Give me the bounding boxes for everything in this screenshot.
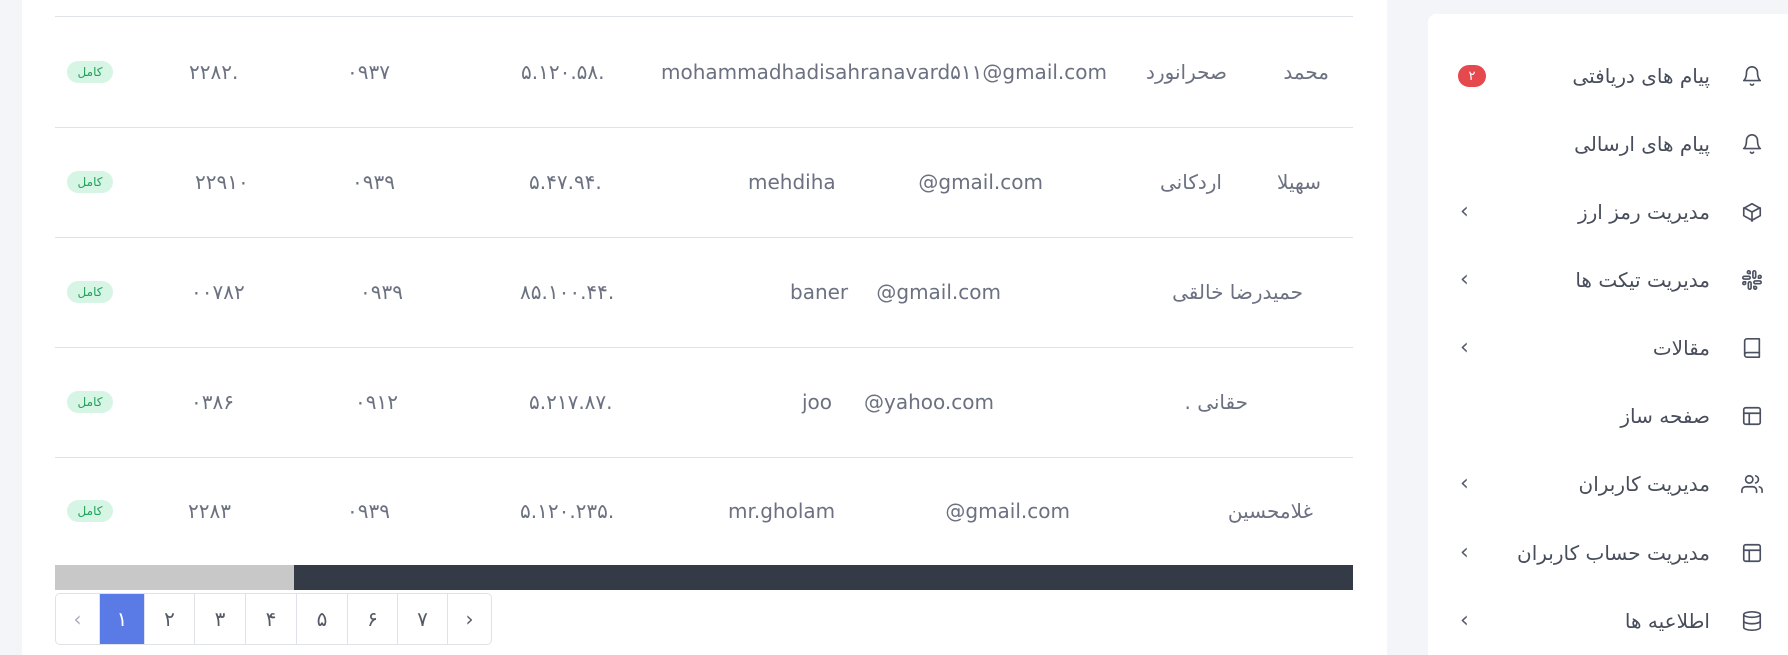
status-badge: کامل: [67, 61, 113, 83]
pagination-page-2[interactable]: ۲: [144, 594, 194, 644]
sidebar-item-label: پیام های دریافتی: [1572, 64, 1710, 88]
sidebar-item-label: مدیریت تیکت ها: [1575, 268, 1710, 292]
chevron-left-icon: ‹: [1460, 471, 1469, 496]
cell-username: mehdiha: [748, 170, 836, 194]
cell-mobile: ۰۹۳۷: [347, 60, 390, 84]
cell-last-name: . حقانی: [1184, 390, 1248, 414]
book-icon: [1739, 335, 1765, 361]
cell-mobile: ۰۹۳۹: [352, 170, 395, 194]
sidebar-item-crypto-management[interactable]: مدیریت رمز ارز ‹: [1428, 187, 1788, 237]
sidebar-item-sent-messages[interactable]: پیام های ارسالی: [1428, 119, 1788, 169]
cell-email: mohammadhadisahranavard۵۱۱@gmail.com: [660, 60, 1107, 84]
sidebar-item-label: مدیریت حساب کاربران: [1517, 541, 1710, 565]
cell-code: ۲۲۸۳: [188, 499, 231, 523]
cell-mobile: ۰۹۳۹: [360, 280, 403, 304]
cell-last-name: اردکانی: [1160, 170, 1222, 194]
status-badge: کامل: [67, 281, 113, 303]
sidebar-item-label: پیام های ارسالی: [1574, 132, 1710, 156]
cell-code: ۲۲۸۲.: [189, 60, 239, 84]
cell-code: ۰۰۷۸۲: [191, 280, 245, 304]
layout-icon: [1739, 540, 1765, 566]
cell-first-name: غلامحسین: [1227, 499, 1313, 523]
cell-first-name: محمد: [1283, 60, 1329, 84]
sidebar-item-page-builder[interactable]: صفحه ساز: [1428, 391, 1788, 441]
scrollbar-thumb[interactable]: [55, 565, 294, 590]
cell-ip: ۵.۱۲۰.۲۳۵.: [520, 499, 615, 523]
unread-count-badge: ۲: [1458, 65, 1486, 87]
cell-ip: ۵.۴۷.۹۴.: [529, 170, 602, 194]
bell-icon: [1739, 131, 1765, 157]
pagination-page-4[interactable]: ۴: [245, 594, 296, 644]
cell-code: ۲۲۹۱۰: [195, 170, 249, 194]
sidebar-item-label: مقالات: [1652, 336, 1710, 360]
cell-email: @gmail.com: [918, 170, 1043, 194]
users-table-card: محمد صحرانورد mohammadhadisahranavard۵۱۱…: [22, 0, 1387, 655]
table-row[interactable]: سهیلا اردکانی @gmail.com mehdiha ۵.۴۷.۹۴…: [55, 127, 1353, 238]
pagination-next-button[interactable]: ›: [447, 594, 491, 644]
chevron-left-icon: ‹: [1460, 199, 1469, 224]
layout-icon: [1739, 403, 1765, 429]
chevron-left-icon: ‹: [1460, 267, 1469, 292]
cell-first-name: حمیدرضا خالقی: [1172, 280, 1303, 304]
chevron-left-icon: ‹: [1460, 540, 1469, 565]
sidebar-item-ticket-management[interactable]: مدیریت تیکت ها ‹: [1428, 255, 1788, 305]
sidebar-item-received-messages[interactable]: پیام های دریافتی ۲: [1428, 51, 1788, 101]
chevron-left-icon: ‹: [1460, 608, 1469, 633]
pagination-prev-button[interactable]: ‹: [56, 594, 99, 644]
cube-icon: [1739, 199, 1765, 225]
cell-email: @gmail.com: [876, 280, 1001, 304]
chevron-left-icon: ‹: [1460, 335, 1469, 360]
table-row[interactable]: غلامحسین @gmail.com mr.gholam ۵.۱۲۰.۲۳۵.…: [55, 457, 1353, 565]
cell-username: mr.gholam: [728, 499, 836, 523]
users-table: محمد صحرانورد mohammadhadisahranavard۵۱۱…: [55, 0, 1353, 565]
sidebar-item-announcements[interactable]: اطلاعیه ها ‹: [1428, 596, 1788, 646]
cell-username: baner: [790, 280, 849, 304]
cell-ip: ۵.۱۲۰.۵۸.: [521, 60, 605, 84]
cell-username: joo: [802, 390, 833, 414]
sidebar-item-articles[interactable]: مقالات ‹: [1428, 323, 1788, 373]
table-row[interactable]: . حقانی @yahoo.com joo ۵.۲۱۷.۸۷. ۰۹۱۲ ۰۳…: [55, 347, 1353, 458]
sidebar-item-label: مدیریت کاربران: [1578, 472, 1711, 496]
table-row[interactable]: حمیدرضا خالقی @gmail.com baner ۸۵.۱۰۰.۴۴…: [55, 237, 1353, 348]
cell-ip: ۵.۲۱۷.۸۷.: [529, 390, 613, 414]
cell-code: ۰۳۸۶: [191, 390, 234, 414]
cell-mobile: ۰۹۱۲: [355, 390, 398, 414]
status-badge: کامل: [67, 171, 113, 193]
sidebar-item-user-management[interactable]: مدیریت کاربران ‹: [1428, 459, 1788, 509]
cell-ip: ۸۵.۱۰۰.۴۴.: [520, 280, 615, 304]
slack-icon: [1739, 267, 1765, 293]
pagination-page-1[interactable]: ۱: [99, 594, 144, 644]
horizontal-scrollbar[interactable]: [55, 565, 1353, 590]
users-icon: [1739, 471, 1765, 497]
pagination-page-6[interactable]: ۶: [347, 594, 397, 644]
bell-icon: [1739, 63, 1765, 89]
status-badge: کامل: [67, 500, 113, 522]
cell-last-name: صحرانورد: [1146, 60, 1227, 84]
pagination-page-7[interactable]: ۷: [397, 594, 447, 644]
cell-email: @gmail.com: [945, 499, 1070, 523]
sidebar-item-label: اطلاعیه ها: [1624, 609, 1710, 633]
status-badge: کامل: [67, 391, 113, 413]
cell-email: @yahoo.com: [864, 390, 994, 414]
sidebar: پیام های دریافتی ۲ پیام های ارسالی مدیری…: [1428, 14, 1788, 655]
table-row[interactable]: محمد صحرانورد mohammadhadisahranavard۵۱۱…: [55, 17, 1353, 128]
cell-mobile: ۰۹۳۹: [347, 499, 390, 523]
pagination: ‹ ۱ ۲ ۳ ۴ ۵ ۶ ۷ ›: [55, 593, 492, 645]
sidebar-item-label: صفحه ساز: [1620, 404, 1710, 428]
sidebar-item-label: مدیریت رمز ارز: [1577, 200, 1710, 224]
database-icon: [1739, 608, 1765, 634]
sidebar-item-user-accounts[interactable]: مدیریت حساب کاربران ‹: [1428, 528, 1788, 578]
cell-first-name: سهیلا: [1277, 170, 1321, 194]
pagination-page-3[interactable]: ۳: [194, 594, 245, 644]
pagination-page-5[interactable]: ۵: [296, 594, 347, 644]
